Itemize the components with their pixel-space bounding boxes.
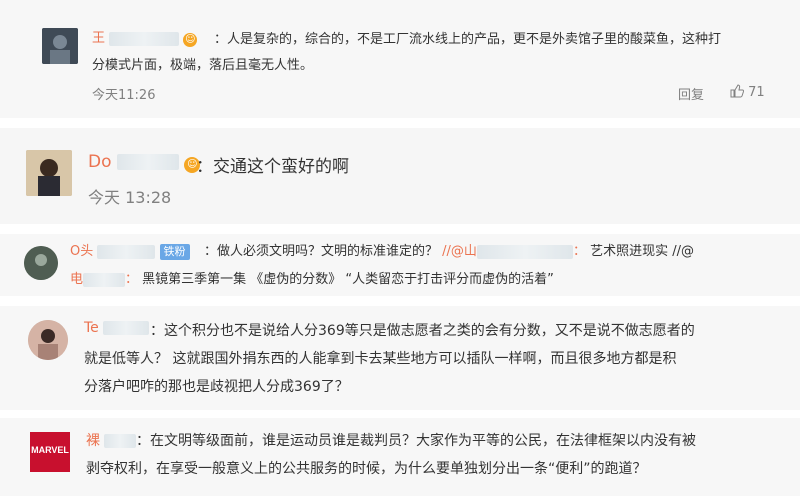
- username[interactable]: 裸: [86, 430, 137, 450]
- comment-card: MARVEL 裸 ：在文明等级面前，谁是运动员谁是裁判员？大家作为平等的公民，在…: [0, 418, 800, 496]
- comment-text-line2: 就是低等人？ 这就跟国外捐东西的人能拿到卡去某些地方可以插队一样啊，而且很多地方…: [84, 351, 677, 367]
- blurred-username: [104, 434, 137, 448]
- comment-card: Te ：这个积分也不是说给人分369等只是做志愿者之类的会有分数，又不是说不做志…: [0, 306, 800, 410]
- username[interactable]: O头 铁粉: [70, 240, 190, 260]
- username[interactable]: Do ☺: [88, 152, 201, 173]
- repost-user-link[interactable]: 电：: [70, 272, 138, 287]
- comment-card: Do ☺ ：交通这个蛮好的啊 今天 13:28: [0, 128, 800, 224]
- avatar[interactable]: [24, 246, 58, 280]
- comment-text-line3: 分落户吧咋的那也是歧视把人分成369了？: [84, 379, 349, 395]
- blurred-username: [116, 154, 179, 170]
- blurred-username: [109, 31, 180, 46]
- fan-badge: 铁粉: [159, 244, 190, 260]
- comment-text: ：在文明等级面前，谁是运动员谁是裁判员？大家作为平等的公民，在法律框架以内没有被: [136, 433, 696, 449]
- avatar[interactable]: [26, 150, 72, 196]
- comment-card: 王 ☺ ：人是复杂的，综合的，不是工厂流水线上的产品，更不是外卖馆子里的酸菜鱼，…: [0, 0, 800, 118]
- comment-text: ：做人必须文明吗？文明的标准谁定的？ //@山： 艺术照进现实 //@: [204, 244, 694, 259]
- avatar[interactable]: [28, 320, 68, 360]
- emoji-icon: ☺: [183, 33, 198, 47]
- comment-text: ：人是复杂的，综合的，不是工厂流水线上的产品，更不是外卖馆子里的酸菜鱼，这种打: [214, 32, 722, 47]
- blurred-username: [476, 244, 573, 259]
- avatar[interactable]: MARVEL: [30, 432, 70, 472]
- comment-text: ：交通这个蛮好的啊: [196, 157, 349, 177]
- timestamp: 今天11:26: [92, 88, 156, 103]
- thumbs-up-icon: [730, 84, 745, 98]
- comment-text: ：这个积分也不是说给人分369等只是做志愿者之类的会有分数，又不是说不做志愿者的: [150, 323, 695, 339]
- marvel-logo-text: MARVEL: [31, 445, 69, 455]
- username[interactable]: 王 ☺: [92, 27, 198, 47]
- comment-text-line2: 分模式片面，极端，落后且毫无人性。: [92, 58, 314, 73]
- comment-text-line2: 电： 黑镜第三季第一集 《虚伪的分数》 “人类留恋于打击评分而虚伪的活着”: [70, 272, 554, 287]
- comment-text-line2: 剥夺权利，在享受一般意义上的公共服务的时候，为什么要单独划分出一条“便利”的跑道…: [86, 461, 647, 477]
- avatar[interactable]: [42, 28, 78, 64]
- timestamp: 今天 13:28: [88, 188, 172, 207]
- comment-card: O头 铁粉 ：做人必须文明吗？文明的标准谁定的？ //@山： 艺术照进现实 //…: [0, 234, 800, 296]
- like-button[interactable]: 71: [730, 84, 765, 100]
- reply-button[interactable]: 回复: [678, 84, 704, 103]
- blurred-username: [83, 272, 126, 287]
- blurred-username: [103, 321, 150, 335]
- username[interactable]: Te: [84, 320, 150, 336]
- repost-user-link[interactable]: //@山：: [442, 244, 586, 259]
- blurred-username: [97, 244, 156, 259]
